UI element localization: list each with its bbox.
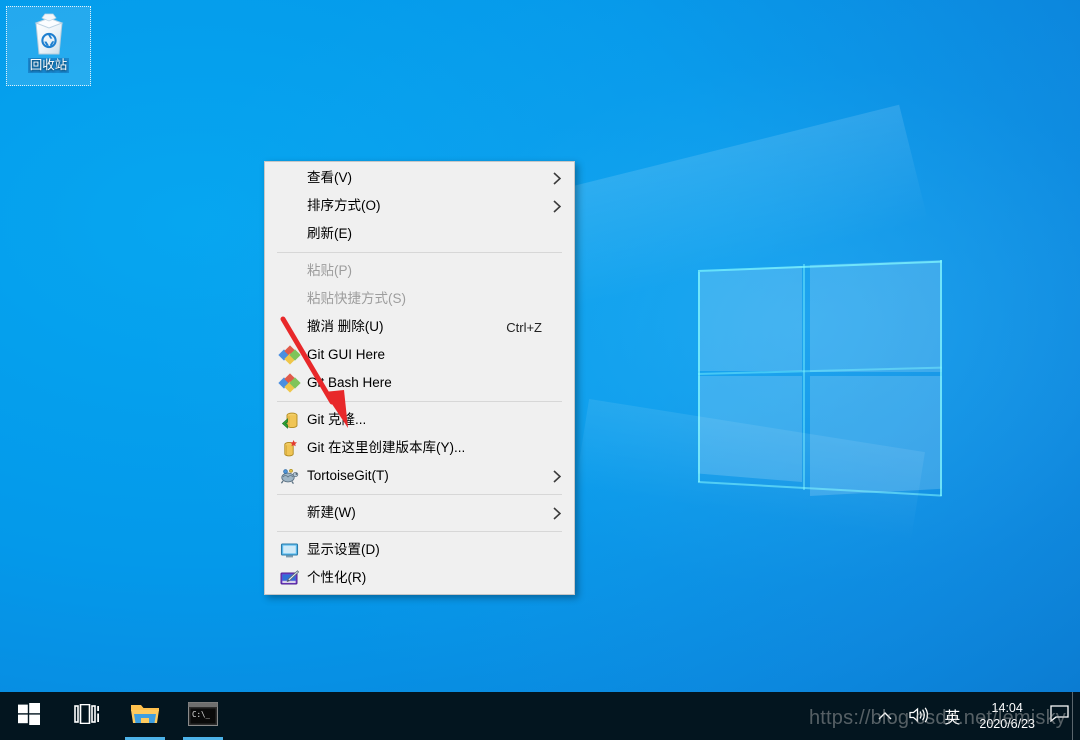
- task-view-icon: [74, 703, 100, 729]
- git-clone-icon: [277, 409, 301, 431]
- menu-separator: [277, 494, 562, 495]
- windows-logo-icon: [18, 702, 40, 730]
- ime-indicator[interactable]: 英: [936, 692, 968, 740]
- menu-separator: [277, 401, 562, 402]
- show-desktop-button[interactable]: [1072, 692, 1080, 740]
- chevron-up-icon: [878, 709, 892, 724]
- menu-item-git-bash-here[interactable]: Git Bash Here: [265, 369, 574, 397]
- menu-separator: [277, 531, 562, 532]
- tortoisegit-icon: [277, 465, 301, 487]
- desktop[interactable]: 回收站 查看(V) 排序方式(O) 刷新(E) 粘贴(P) 粘贴快捷方式(S) …: [0, 0, 1080, 740]
- svg-text:C:\_: C:\_: [192, 710, 211, 719]
- desktop-icon-recycle-bin[interactable]: 回收站: [6, 6, 91, 86]
- menu-item-label: Git 克隆...: [307, 412, 367, 427]
- chevron-right-icon: [550, 199, 564, 213]
- menu-item-undo-delete[interactable]: 撤消 删除(U) Ctrl+Z: [265, 313, 574, 341]
- git-diamonds-icon: [277, 344, 301, 366]
- menu-item-git-gui-here[interactable]: Git GUI Here: [265, 341, 574, 369]
- file-explorer-button[interactable]: [116, 692, 174, 740]
- menu-item-display-settings[interactable]: 显示设置(D): [265, 536, 574, 564]
- command-prompt-button[interactable]: C:\_: [174, 692, 232, 740]
- menu-item-icon-placeholder: [277, 260, 301, 282]
- start-button[interactable]: [0, 692, 58, 740]
- git-diamonds-icon: [277, 372, 301, 394]
- menu-item-new[interactable]: 新建(W): [265, 499, 574, 527]
- clock-time: 14:04: [991, 701, 1023, 715]
- console-icon: C:\_: [188, 701, 218, 731]
- menu-item-label: 刷新(E): [307, 226, 352, 241]
- recycle-bin-icon: [28, 11, 70, 57]
- menu-item-icon-placeholder: [277, 195, 301, 217]
- show-hidden-icons-button[interactable]: [870, 692, 900, 740]
- wallpaper-window-graphic: [481, 104, 950, 542]
- menu-item-accelerator: Ctrl+Z: [506, 319, 542, 335]
- chevron-right-icon: [550, 506, 564, 520]
- menu-item-git-create-repo[interactable]: Git 在这里创建版本库(Y)...: [265, 434, 574, 462]
- menu-item-tortoisegit[interactable]: TortoiseGit(T): [265, 462, 574, 490]
- taskbar-clock[interactable]: 14:04 2020/6/23: [968, 692, 1046, 740]
- task-view-button[interactable]: [58, 692, 116, 740]
- taskbar[interactable]: C:\_ 英 14:04 2020/6/23: [0, 692, 1080, 740]
- menu-item-paste-shortcut: 粘贴快捷方式(S): [265, 285, 574, 313]
- system-tray[interactable]: 英 14:04 2020/6/23: [870, 692, 1080, 740]
- chevron-right-icon: [550, 171, 564, 185]
- menu-separator: [277, 252, 562, 253]
- git-create-repo-icon: [277, 437, 301, 459]
- menu-item-label: Git 在这里创建版本库(Y)...: [307, 440, 466, 455]
- personalize-icon: [277, 567, 301, 589]
- clock-date: 2020/6/23: [979, 717, 1035, 731]
- menu-item-icon-placeholder: [277, 223, 301, 245]
- menu-item-label: 粘贴(P): [307, 263, 352, 278]
- speaker-icon: [908, 706, 929, 727]
- menu-item-label: Git Bash Here: [307, 375, 392, 390]
- display-settings-icon: [277, 539, 301, 561]
- menu-item-label: 查看(V): [307, 170, 352, 185]
- menu-item-paste: 粘贴(P): [265, 257, 574, 285]
- menu-item-icon-placeholder: [277, 316, 301, 338]
- menu-item-label: 新建(W): [307, 505, 356, 520]
- chevron-right-icon: [550, 469, 564, 483]
- menu-item-icon-placeholder: [277, 502, 301, 524]
- desktop-context-menu[interactable]: 查看(V) 排序方式(O) 刷新(E) 粘贴(P) 粘贴快捷方式(S) 撤消 删…: [264, 161, 575, 595]
- menu-item-view[interactable]: 查看(V): [265, 164, 574, 192]
- menu-item-label: 粘贴快捷方式(S): [307, 291, 406, 306]
- menu-item-refresh[interactable]: 刷新(E): [265, 220, 574, 248]
- menu-item-label: 个性化(R): [307, 570, 367, 585]
- action-center-button[interactable]: [1046, 692, 1072, 740]
- menu-item-label: Git GUI Here: [307, 347, 386, 362]
- menu-item-label: 撤消 删除(U): [307, 319, 384, 334]
- menu-item-icon-placeholder: [277, 167, 301, 189]
- desktop-icon-label: 回收站: [27, 58, 70, 73]
- volume-button[interactable]: [900, 692, 936, 740]
- menu-item-personalize[interactable]: 个性化(R): [265, 564, 574, 592]
- folder-icon: [130, 701, 160, 731]
- menu-item-git-clone[interactable]: Git 克隆...: [265, 406, 574, 434]
- action-center-icon: [1049, 705, 1069, 727]
- menu-item-sort-by[interactable]: 排序方式(O): [265, 192, 574, 220]
- menu-item-icon-placeholder: [277, 288, 301, 310]
- menu-item-label: 排序方式(O): [307, 198, 381, 213]
- menu-item-label: 显示设置(D): [307, 542, 380, 557]
- menu-item-label: TortoiseGit(T): [307, 468, 389, 483]
